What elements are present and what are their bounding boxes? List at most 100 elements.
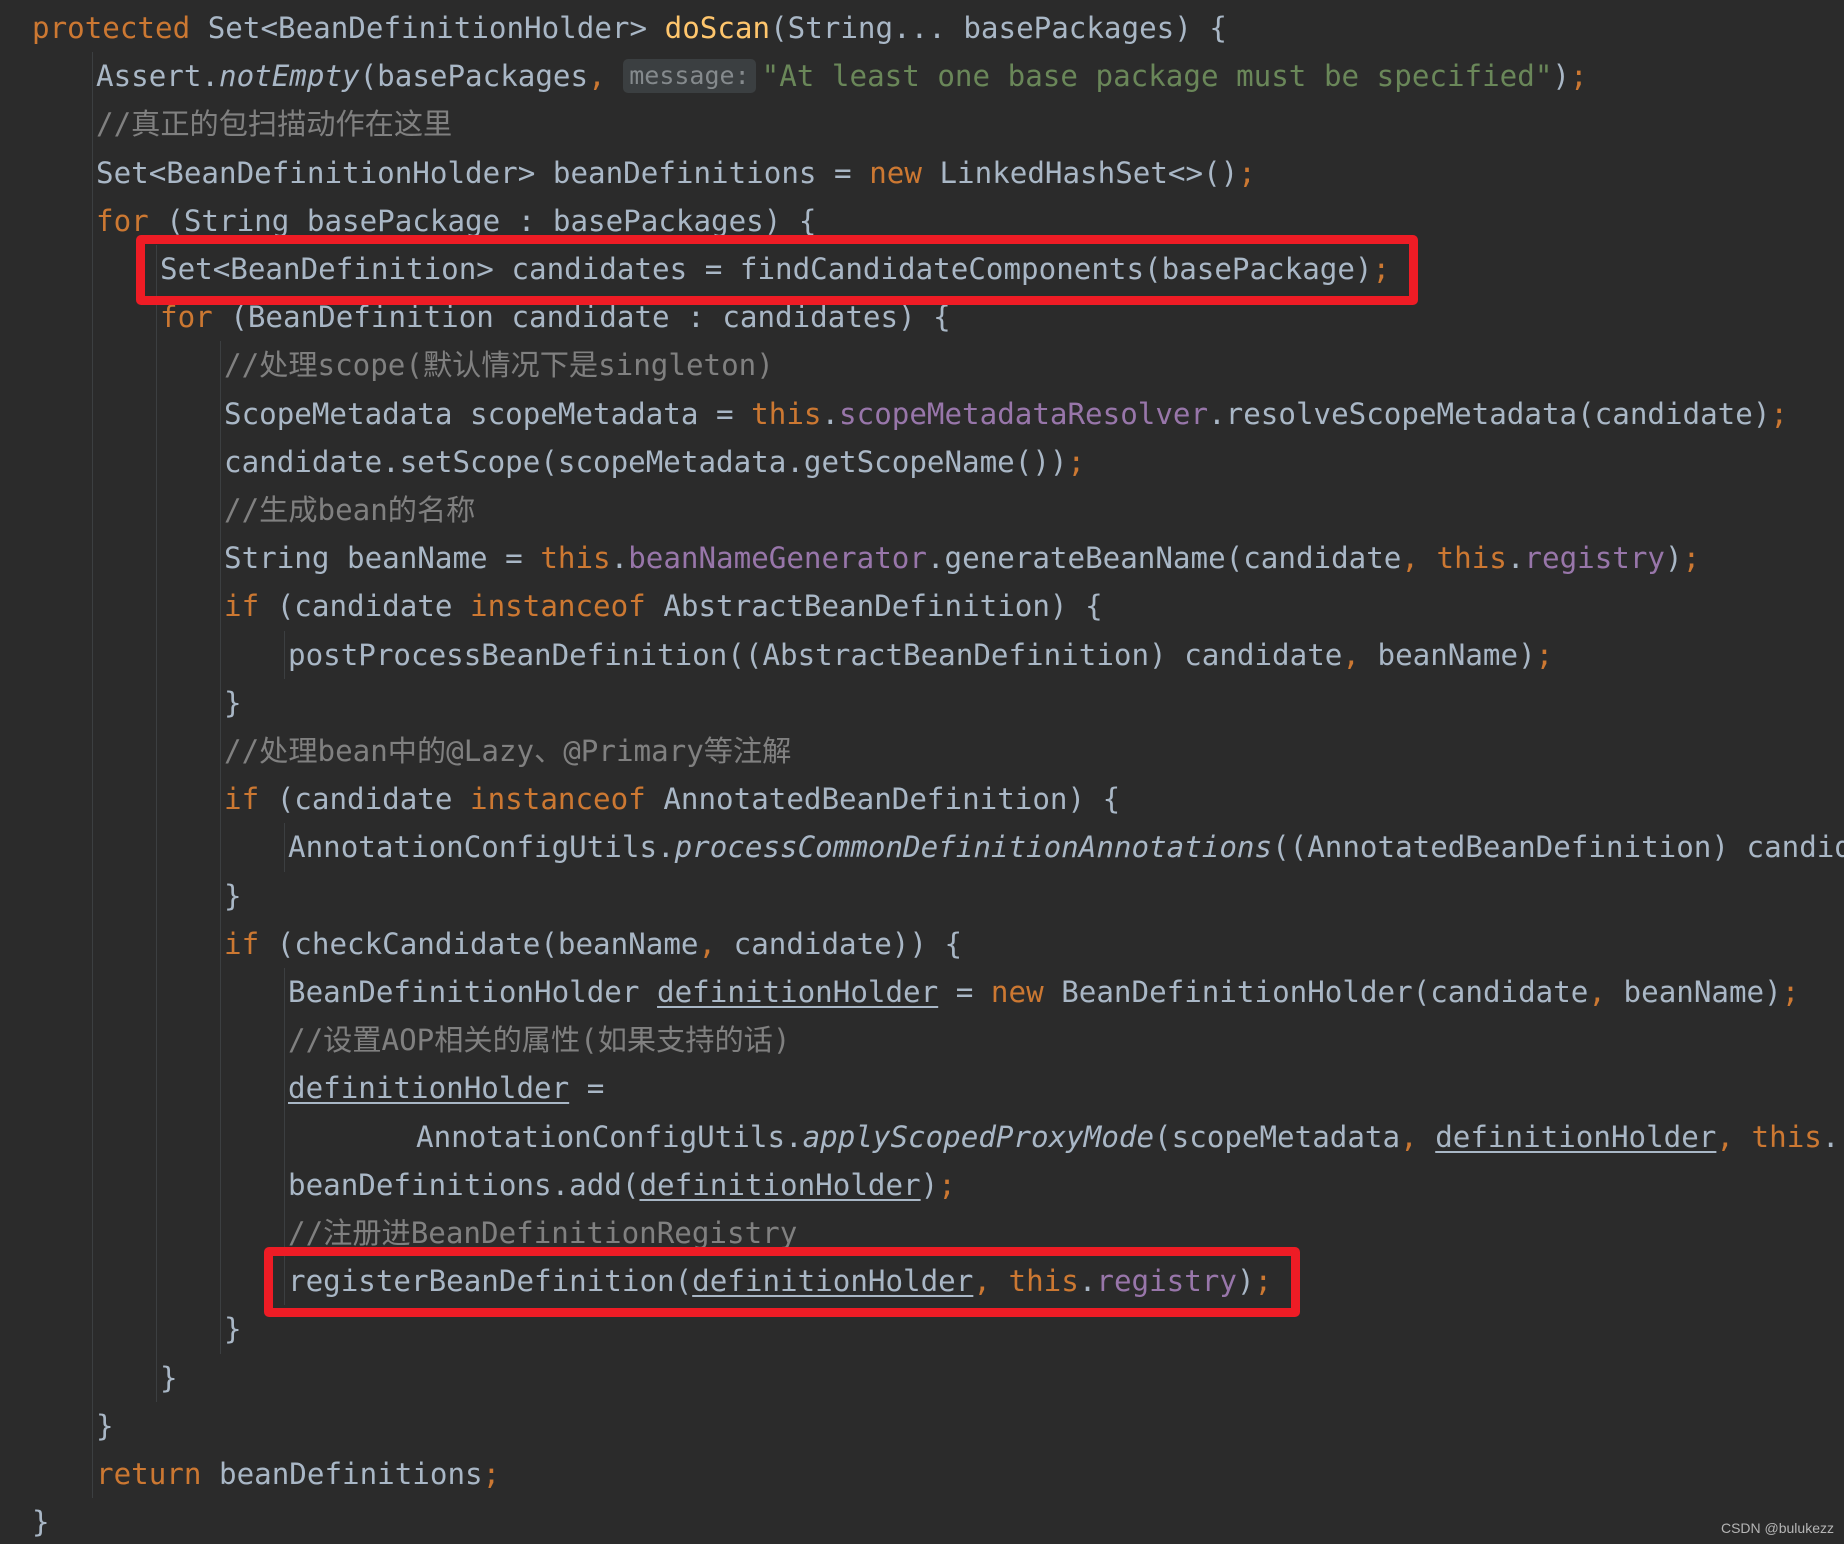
code-token: } [96,1408,114,1443]
code-token: } [224,685,242,720]
code-token: (scopeMetadata [1154,1119,1401,1154]
code-token: this [751,396,822,431]
code-token: . [821,396,840,431]
code-token: Set<BeanDefinitionHolder> [190,11,665,45]
code-token: registry [1524,541,1666,576]
code-token: ScopeMetadata scopeMetadata = [224,396,752,431]
indent-guide [156,245,157,1402]
code-token: ) [1552,59,1570,94]
code-token: this [1751,1119,1822,1154]
code-line: postProcessBeanDefinition((AbstractBeanD… [288,631,1553,679]
code-token: for [96,203,149,238]
code-token: if [224,926,260,961]
code-token: beanDefinitions [201,1457,483,1491]
code-token: ; [1781,975,1800,1009]
code-token: , [1400,1119,1436,1154]
code-token: beanName) [1623,975,1782,1009]
highlight-box [264,1247,1301,1318]
code-token: ) [920,1167,939,1202]
highlight-box [136,235,1419,306]
code-token: if [224,589,260,624]
code-token: , [1588,975,1624,1009]
code-token: Assert. [96,59,220,94]
code-line: ScopeMetadata scopeMetadata = this.scope… [224,390,1788,438]
code-token: doScan [664,11,771,45]
code-token: registry [1839,1120,1844,1154]
code-token: //真正的包扫描动作在这里 [96,107,453,142]
code-token: BeanDefinitionHolder [288,975,658,1009]
code-token: (checkCandidate(beanName [259,926,699,961]
code-token: LinkedHashSet<>() [921,155,1239,190]
code-token: (String... basePackages) { [770,11,1227,45]
indent-guide [92,52,93,1499]
code-token: . [1821,1119,1840,1154]
code-line: if (candidate instanceof AbstractBeanDef… [224,582,1103,630]
code-line: } [224,872,242,920]
code-line: Assert.notEmpty(basePackages, message: "A… [96,52,1588,100]
code-token: , [588,59,624,94]
code-token: definitionHolder [657,975,939,1009]
code-line: } [224,679,242,727]
code-line: //处理bean中的@Lazy、@Primary等注解 [224,727,791,775]
code-token: ; [1569,59,1588,94]
code-line: AnnotationConfigUtils.applyScopedProxyMo… [416,1113,1844,1161]
code-line: //真正的包扫描动作在这里 [96,100,452,148]
watermark: CSDN @bulukezz [1720,1520,1834,1536]
code-token: .generateBeanName(candidate [926,541,1402,576]
code-line: AnnotationConfigUtils.processCommonDefin… [288,823,1844,871]
code-token: new [990,975,1044,1009]
code-token: } [160,1360,178,1395]
code-token: , [698,926,734,961]
code-token: //生成bean的名称 [224,493,476,527]
code-line: definitionHolder = [288,1064,604,1112]
code-token: beanDefinitions.add( [288,1167,640,1202]
code-token: } [32,1505,50,1540]
code-line: Set<BeanDefinitionHolder> beanDefinition… [96,149,1256,197]
code-token: (candidate [259,782,471,817]
code-line: return beanDefinitions; [96,1450,500,1498]
code-token: //处理bean中的@Lazy、@Primary等注解 [224,734,792,768]
code-line: String beanName = this.beanNameGenerator… [224,534,1700,582]
code-token: for [160,300,213,335]
code-line: protected Set<BeanDefinitionHolder> doSc… [32,4,1227,52]
code-token: AnnotationConfigUtils. [288,830,675,865]
code-token: AbstractBeanDefinition) { [645,589,1103,624]
code-token: ; [1238,155,1256,190]
code-token: , [1342,637,1378,672]
code-line: //处理scope(默认情况下是singleton) [224,341,774,389]
code-token: //处理scope(默认情况下是singleton) [224,348,774,383]
code-line: BeanDefinitionHolder definitionHolder = … [288,968,1799,1016]
code-token: new [869,155,922,190]
code-line: //生成bean的名称 [224,486,475,534]
code-token: instanceof [470,589,646,624]
code-token: beanName) [1377,637,1536,672]
code-token: definitionHolder [639,1167,921,1202]
code-token: return [96,1457,202,1491]
code-token: instanceof [470,782,646,817]
code-token: applyScopedProxyMode [802,1119,1155,1154]
code-token: ; [482,1457,501,1491]
code-token: BeanDefinitionHolder(candidate [1043,975,1589,1009]
indent-guide [284,630,285,679]
code-token: AnnotationConfigUtils. [416,1119,803,1154]
code-token: } [224,1312,242,1347]
code-token: candidate)) { [733,926,963,961]
code-token: //设置AOP相关的属性(如果支持的话) [288,1023,791,1058]
code-token: definitionHolder [288,1071,570,1106]
code-token: = [938,975,991,1009]
code-token: definitionHolder [1435,1119,1717,1154]
code-token: . [610,541,629,576]
indent-guide [220,341,221,1354]
code-token: scopeMetadataResolver [839,396,1209,431]
code-line: if (checkCandidate(beanName, candidate))… [224,920,962,968]
code-token: .resolveScopeMetadata(candidate) [1208,396,1771,431]
code-token: (BeanDefinition candidate : candidates) … [212,300,951,335]
code-token: processCommonDefinitionAnnotations [674,830,1273,865]
code-token: beanNameGenerator [628,541,927,576]
code-line: } [160,1354,178,1402]
code-token: protected [32,11,191,45]
code-token: = [569,1071,605,1106]
code-editor[interactable]: protected Set<BeanDefinitionHolder> doSc… [0,0,1844,1544]
code-line: candidate.setScope(scopeMetadata.getScop… [224,438,1085,486]
code-token: this [540,541,611,576]
